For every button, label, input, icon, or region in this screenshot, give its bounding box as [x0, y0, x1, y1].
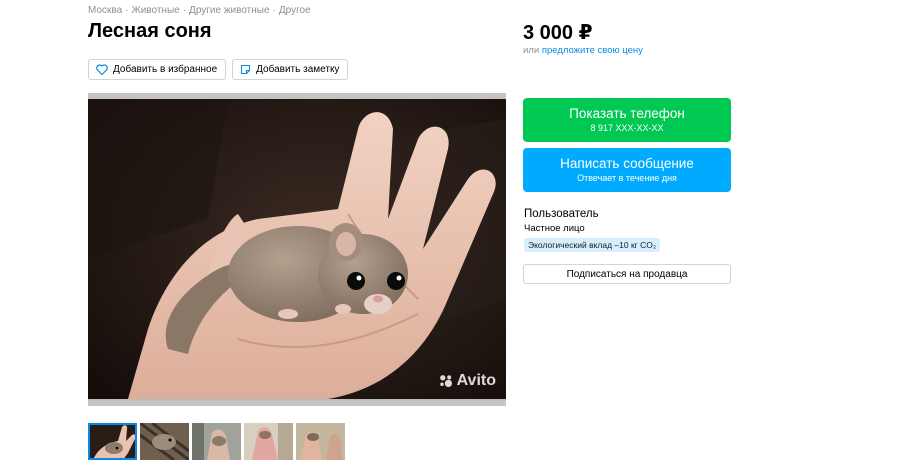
subscribe-seller-label: Подписаться на продавца: [566, 268, 688, 280]
watermark-text: Avito: [456, 372, 496, 389]
show-phone-label: Показать телефон: [569, 106, 685, 121]
thumbnail-5[interactable]: [296, 423, 345, 460]
subscribe-seller-button[interactable]: Подписаться на продавца: [523, 264, 731, 284]
thumbnail-image: [192, 423, 241, 460]
thumbnail-3[interactable]: [192, 423, 241, 460]
thumbnail-2[interactable]: [140, 423, 189, 460]
add-note-button[interactable]: Добавить заметку: [232, 59, 349, 80]
breadcrumb-item-other[interactable]: Другое: [279, 5, 311, 16]
price-offer-line: или предложите свою цену: [523, 45, 643, 56]
thumbnail-image: [140, 423, 189, 460]
breadcrumb-item-city[interactable]: Москва: [88, 5, 122, 16]
note-icon: [241, 64, 251, 75]
write-message-button[interactable]: Написать сообщение Отвечает в течение дн…: [523, 148, 731, 192]
show-phone-button[interactable]: Показать телефон 8 917 XXX-XX-XX: [523, 98, 731, 142]
eco-contribution-badge[interactable]: Экологический вклад –10 кг CO₂: [524, 238, 661, 252]
add-note-label: Добавить заметку: [256, 64, 340, 75]
add-to-favorites-button[interactable]: Добавить в избранное: [88, 59, 227, 80]
breadcrumb-item-animals[interactable]: Животные: [131, 5, 179, 16]
thumbnail-image: [244, 423, 293, 460]
phone-number-masked: 8 917 XXX-XX-XX: [590, 123, 664, 133]
breadcrumb: Москва · Животные · Другие животные · Другое: [88, 5, 311, 16]
listing-actions: Добавить в избранное Добавить заметку: [88, 59, 349, 80]
thumbnail-4[interactable]: [244, 423, 293, 460]
avito-logo-icon: [439, 375, 452, 387]
seller-type: Частное лицо: [524, 223, 585, 234]
write-message-label: Написать сообщение: [560, 156, 694, 171]
thumbnail-strip: [88, 423, 345, 460]
offer-price-link[interactable]: предложите свою цену: [542, 45, 643, 56]
heart-icon: [96, 64, 108, 75]
photo-bottom-border: [88, 400, 506, 406]
dormouse-photo-image: [88, 99, 506, 399]
breadcrumb-item-other-animals[interactable]: Другие животные: [189, 5, 269, 16]
breadcrumb-separator: ·: [182, 5, 187, 16]
thumbnail-image: [296, 423, 345, 460]
seller-name-link[interactable]: Пользователь: [524, 208, 599, 220]
breadcrumb-separator: ·: [272, 5, 276, 16]
thumbnail-image: [88, 423, 137, 460]
response-time-label: Отвечает в течение дня: [577, 173, 677, 183]
main-photo[interactable]: Avito: [88, 93, 506, 406]
breadcrumb-separator: ·: [125, 5, 129, 16]
price: 3 000 ₽: [523, 22, 593, 44]
thumbnail-1[interactable]: [88, 423, 137, 460]
add-to-favorites-label: Добавить в избранное: [113, 64, 218, 75]
price-offer-prefix: или: [523, 45, 540, 56]
avito-watermark: Avito: [438, 372, 496, 390]
page-title: Лесная соня: [88, 20, 212, 42]
